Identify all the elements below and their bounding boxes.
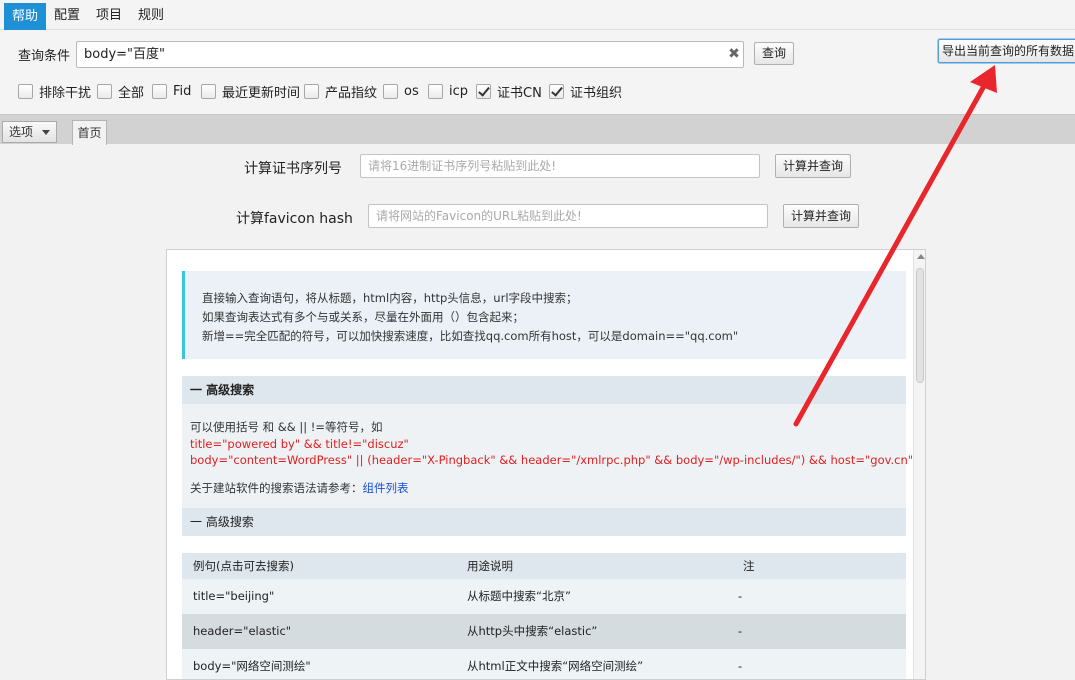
tab-home[interactable]: 首页 bbox=[72, 120, 107, 145]
scroll-up-icon[interactable] bbox=[917, 254, 925, 259]
query-input[interactable]: body="百度" bbox=[76, 41, 744, 68]
checkbox[interactable] bbox=[383, 83, 398, 99]
table-row[interactable]: title="beijing" 从标题中搜索“北京” - bbox=[182, 579, 906, 614]
description-cell: 从http头中搜索“elastic” bbox=[467, 624, 598, 638]
note-cell: - bbox=[738, 659, 743, 673]
query-label: 查询条件 bbox=[18, 49, 71, 64]
filter-product-fingerprint[interactable]: 产品指纹 bbox=[304, 82, 378, 101]
filter-all[interactable]: 全部 bbox=[97, 82, 145, 101]
filter-icp[interactable]: icp bbox=[428, 82, 468, 100]
example-query: body="content=WordPress" || (header="X-P… bbox=[190, 453, 914, 467]
filter-label: icp bbox=[449, 83, 469, 99]
filter-fid[interactable]: Fid bbox=[152, 82, 191, 100]
clear-icon[interactable]: ✖ bbox=[726, 46, 742, 62]
example-cell[interactable]: header="elastic" bbox=[193, 614, 291, 649]
checkbox[interactable] bbox=[428, 83, 443, 99]
note-cell: - bbox=[738, 624, 743, 638]
filter-label: Fid bbox=[173, 83, 192, 99]
filter-last-update[interactable]: 最近更新时间 bbox=[201, 82, 301, 101]
column-header: 用途说明 bbox=[467, 559, 513, 573]
favicon-url-input[interactable]: 请将网站的Favicon的URL粘贴到此处! bbox=[368, 204, 768, 228]
syntax-intro: 可以使用括号 和 && || !=等符号，如 bbox=[190, 420, 383, 434]
checkbox[interactable] bbox=[304, 83, 319, 99]
example-query: title="powered by" && title!="discuz" bbox=[190, 437, 409, 451]
column-header: 注 bbox=[743, 559, 755, 573]
checkbox[interactable] bbox=[201, 83, 216, 99]
filter-label: os bbox=[404, 83, 419, 99]
filter-os[interactable]: os bbox=[383, 82, 419, 100]
checkbox[interactable] bbox=[18, 83, 33, 99]
description-cell: 从html正文中搜索“网络空间测绘” bbox=[467, 659, 644, 673]
filter-cert-cn[interactable]: 证书CN bbox=[476, 82, 542, 101]
tab-strip: 选项 首页 bbox=[0, 114, 1075, 145]
note-line: 如果查询表达式有多个与或关系，尽量在外面用（）包含起来； bbox=[202, 310, 524, 324]
filter-label: 证书CN bbox=[497, 85, 542, 101]
cert-calc-button[interactable]: 计算并查询 bbox=[775, 154, 851, 178]
note-cell: - bbox=[738, 589, 743, 603]
menu-help[interactable]: 帮助 bbox=[4, 3, 47, 30]
advanced-search-header[interactable]: 一 高级搜索 bbox=[182, 376, 906, 404]
help-panel: 直接输入查询语句，将从标题，html内容，http头信息，url字段中搜索； 如… bbox=[166, 249, 926, 680]
cert-serial-label: 计算证书序列号 bbox=[244, 161, 342, 177]
menu-bar: 帮助 配置 项目 规则 bbox=[0, 0, 1075, 30]
reference-line: 关于建站软件的搜索语法请参考：组件列表 bbox=[190, 480, 409, 496]
checkbox[interactable] bbox=[97, 83, 112, 99]
checkbox[interactable] bbox=[152, 83, 167, 99]
favicon-hash-label: 计算favicon hash bbox=[236, 211, 353, 227]
chevron-down-icon bbox=[42, 130, 50, 135]
scroll-thumb[interactable] bbox=[916, 268, 924, 383]
table-header: 例句(点击可去搜索) 用途说明 注 bbox=[182, 553, 906, 579]
checkbox-checked[interactable] bbox=[476, 83, 491, 99]
export-all-button[interactable]: 导出当前查询的所有数据 bbox=[938, 39, 1075, 63]
intro-note: 直接输入查询语句，将从标题，html内容，http头信息，url字段中搜索； 如… bbox=[182, 271, 906, 359]
advanced-search-header-2[interactable]: 一 高级搜索 bbox=[182, 508, 906, 536]
favicon-calc-button[interactable]: 计算并查询 bbox=[783, 204, 859, 228]
query-toolbar: 查询条件 body="百度" ✖ 查询 导出当前查询的所有数据 排除干扰 全部 … bbox=[0, 30, 1075, 114]
table-row[interactable]: body="网络空间测绘" 从html正文中搜索“网络空间测绘” - bbox=[182, 649, 906, 679]
options-dropdown[interactable]: 选项 bbox=[2, 121, 57, 143]
table-row[interactable]: header="elastic" 从http头中搜索“elastic” - bbox=[182, 614, 906, 649]
filter-label: 证书组织 bbox=[570, 85, 623, 101]
filter-exclude-noise[interactable]: 排除干扰 bbox=[18, 82, 92, 101]
filter-label: 全部 bbox=[118, 85, 145, 101]
menu-project[interactable]: 项目 bbox=[88, 4, 130, 28]
filter-cert-org[interactable]: 证书组织 bbox=[549, 82, 623, 101]
reference-text: 关于建站软件的搜索语法请参考： bbox=[190, 481, 363, 495]
advanced-search-body: 可以使用括号 和 && || !=等符号，如 title="powered by… bbox=[182, 404, 913, 508]
example-cell[interactable]: body="网络空间测绘" bbox=[193, 649, 311, 679]
note-line: 直接输入查询语句，将从标题，html内容，http头信息，url字段中搜索； bbox=[202, 291, 578, 305]
menu-config[interactable]: 配置 bbox=[46, 4, 88, 28]
search-button[interactable]: 查询 bbox=[754, 42, 794, 65]
filter-label: 排除干扰 bbox=[39, 85, 92, 101]
component-list-link[interactable]: 组件列表 bbox=[363, 481, 409, 495]
options-label: 选项 bbox=[9, 125, 34, 139]
example-cell[interactable]: title="beijing" bbox=[193, 579, 274, 614]
description-cell: 从标题中搜索“北京” bbox=[467, 589, 571, 603]
vertical-scrollbar[interactable] bbox=[913, 250, 925, 679]
filter-label: 产品指纹 bbox=[325, 85, 378, 101]
column-header: 例句(点击可去搜索) bbox=[193, 559, 294, 573]
cert-serial-input[interactable]: 请将16进制证书序列号粘贴到此处! bbox=[360, 154, 760, 178]
filter-label: 最近更新时间 bbox=[222, 85, 301, 101]
note-line: 新增==完全匹配的符号，可以加快搜索速度，比如查找qq.com所有host，可以… bbox=[202, 329, 739, 343]
menu-rules[interactable]: 规则 bbox=[130, 4, 172, 28]
checkbox-checked[interactable] bbox=[549, 83, 564, 99]
